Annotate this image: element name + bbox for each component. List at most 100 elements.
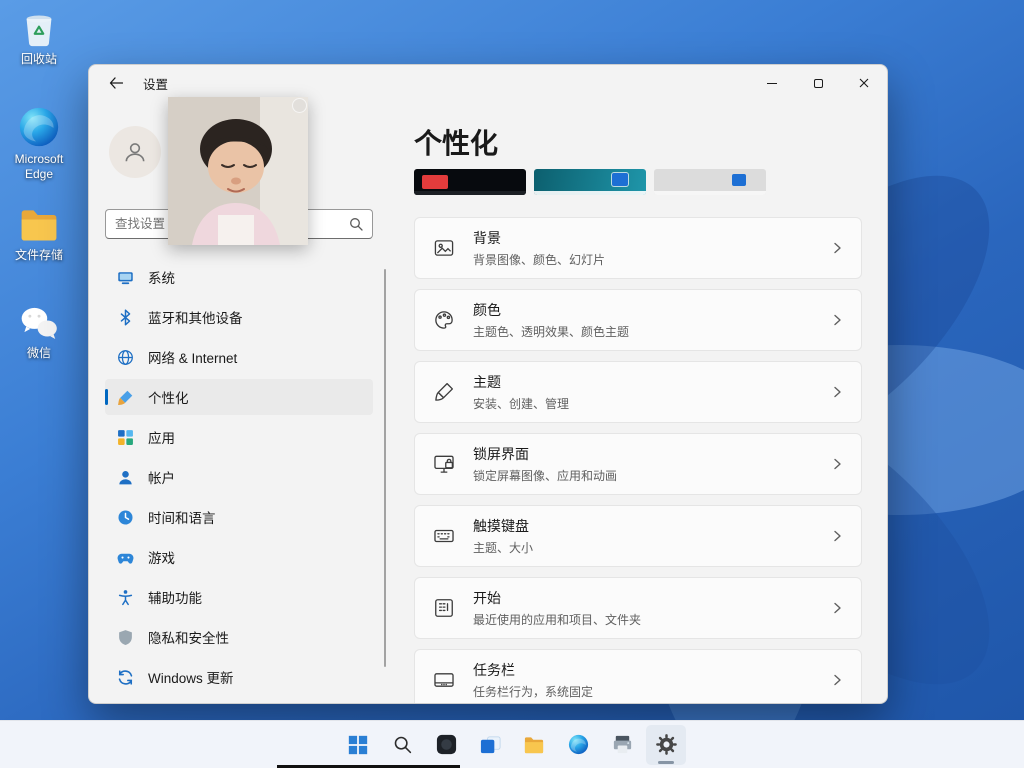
printer-button[interactable]: [602, 725, 642, 765]
card-subtitle: 锁定屏幕图像、应用和动画: [473, 467, 617, 484]
maximize-icon: [814, 79, 823, 88]
desktop-icon-recycle-bin[interactable]: 回收站: [0, 8, 78, 67]
theme-taskbar-dark: [414, 191, 526, 195]
back-button[interactable]: [101, 69, 131, 97]
sidebar-item-accessibility[interactable]: 辅助功能: [105, 579, 373, 615]
card-title: 开始: [473, 588, 641, 608]
search-button[interactable]: [382, 725, 422, 765]
background-image-icon: [433, 237, 455, 259]
desktop: 回收站 Microsoft Edge 文件存储 微信: [0, 0, 1024, 768]
personalization-brush-icon: [117, 389, 134, 406]
minimize-button[interactable]: [749, 65, 795, 101]
chevron-right-icon: [831, 602, 843, 614]
card-title: 颜色: [473, 300, 629, 320]
card-subtitle: 最近使用的应用和项目、文件夹: [473, 611, 641, 628]
window-title: 设置: [143, 74, 168, 93]
close-button[interactable]: [841, 65, 887, 101]
taskbar-app-dark[interactable]: [426, 725, 466, 765]
card-touch-keyboard[interactable]: 触摸键盘主题、大小: [414, 505, 862, 567]
sidebar-item-accounts[interactable]: 帐户: [105, 459, 373, 495]
sidebar-item-privacy-security[interactable]: 隐私和安全性: [105, 619, 373, 655]
accessibility-icon: [117, 589, 134, 606]
page-title: 个性化: [414, 129, 862, 160]
card-subtitle: 主题、大小: [473, 539, 533, 556]
card-colors[interactable]: 颜色主题色、透明效果、颜色主题: [414, 289, 862, 351]
chevron-right-icon: [831, 314, 843, 326]
card-background[interactable]: 背景背景图像、颜色、幻灯片: [414, 217, 862, 279]
chevron-right-icon: [831, 530, 843, 542]
sidebar-item-label: 帐户: [148, 467, 175, 487]
sidebar-item-label: 游戏: [148, 547, 175, 567]
update-arrows-icon: [117, 669, 134, 686]
sidebar-item-windows-update[interactable]: Windows 更新: [105, 659, 373, 695]
maximize-button[interactable]: [795, 65, 841, 101]
account-avatar[interactable]: [109, 126, 161, 178]
minimize-icon: [767, 83, 777, 84]
color-palette-icon: [433, 309, 455, 331]
sidebar-item-network[interactable]: 网络 & Internet: [105, 339, 373, 375]
sidebar-item-label: 时间和语言: [148, 507, 216, 527]
desktop-icon-label: Microsoft Edge: [15, 152, 64, 181]
card-themes[interactable]: 主题安装、创建、管理: [414, 361, 862, 423]
chevron-right-icon: [831, 242, 843, 254]
desktop-icon-wechat[interactable]: 微信: [0, 302, 78, 361]
task-view-icon: [479, 733, 502, 756]
card-subtitle: 背景图像、颜色、幻灯片: [473, 251, 605, 268]
sidebar-item-label: 蓝牙和其他设备: [148, 307, 243, 327]
sidebar-item-bluetooth-devices[interactable]: 蓝牙和其他设备: [105, 299, 373, 335]
back-arrow-icon: [109, 77, 123, 89]
card-taskbar[interactable]: 任务栏任务栏行为，系统固定: [414, 649, 862, 704]
gear-icon: [655, 733, 678, 756]
theme-brush-icon: [433, 381, 455, 403]
sidebar-item-label: 应用: [148, 427, 175, 447]
teal-theme-preview[interactable]: [534, 169, 646, 195]
sidebar-item-personalization[interactable]: 个性化: [105, 379, 373, 415]
file-explorer-button[interactable]: [514, 725, 554, 765]
clock-icon: [117, 509, 134, 526]
dark-theme-preview[interactable]: [414, 169, 526, 195]
person-icon: [122, 139, 148, 165]
settings-card-list: 背景背景图像、颜色、幻灯片 颜色主题色、透明效果、颜色主题 主题安装、创建、管理: [414, 217, 862, 704]
desktop-icon-label: 微信: [27, 346, 51, 360]
start-button[interactable]: [338, 725, 378, 765]
settings-button[interactable]: [646, 725, 686, 765]
sidebar-item-time-language[interactable]: 时间和语言: [105, 499, 373, 535]
theme-preview-row: [414, 169, 862, 195]
desktop-icon-label: 文件存储: [15, 248, 63, 262]
chevron-right-icon: [831, 386, 843, 398]
desktop-icon-edge[interactable]: Microsoft Edge: [0, 104, 78, 182]
theme-window-red: [422, 175, 448, 189]
settings-main: 个性化: [389, 101, 887, 704]
apps-grid-icon: [117, 429, 134, 446]
sidebar-item-apps[interactable]: 应用: [105, 419, 373, 455]
sidebar-scrollbar[interactable]: [384, 269, 387, 667]
desktop-icon-label: 回收站: [21, 52, 57, 66]
sidebar-item-system[interactable]: 系统: [105, 259, 373, 295]
card-title: 主题: [473, 372, 569, 392]
card-title: 锁屏界面: [473, 444, 617, 464]
folder-icon: [16, 204, 62, 246]
chevron-right-icon: [831, 458, 843, 470]
light-theme-preview[interactable]: [654, 169, 766, 195]
sidebar-item-gaming[interactable]: 游戏: [105, 539, 373, 575]
photo-corner-button[interactable]: [292, 98, 307, 113]
folder-icon: [522, 734, 546, 756]
close-icon: [859, 78, 869, 88]
desktop-icon-file-storage[interactable]: 文件存储: [0, 204, 78, 263]
task-view-button[interactable]: [470, 725, 510, 765]
sidebar-item-label: 系统: [148, 267, 175, 287]
recycle-bin-icon: [16, 8, 62, 50]
network-globe-icon: [117, 349, 134, 366]
edge-button[interactable]: [558, 725, 598, 765]
theme-window-blue: [732, 174, 746, 186]
card-start[interactable]: 开始最近使用的应用和项目、文件夹: [414, 577, 862, 639]
theme-window-blue: [612, 173, 628, 186]
card-lock-screen[interactable]: 锁屏界面锁定屏幕图像、应用和动画: [414, 433, 862, 495]
taskbar: [0, 720, 1024, 768]
card-title: 任务栏: [473, 660, 593, 680]
titlebar: 设置: [89, 65, 887, 101]
sidebar-item-label: 个性化: [148, 387, 189, 407]
search-icon: [392, 734, 413, 755]
windows-logo-icon: [347, 734, 369, 756]
system-icon: [117, 269, 134, 286]
